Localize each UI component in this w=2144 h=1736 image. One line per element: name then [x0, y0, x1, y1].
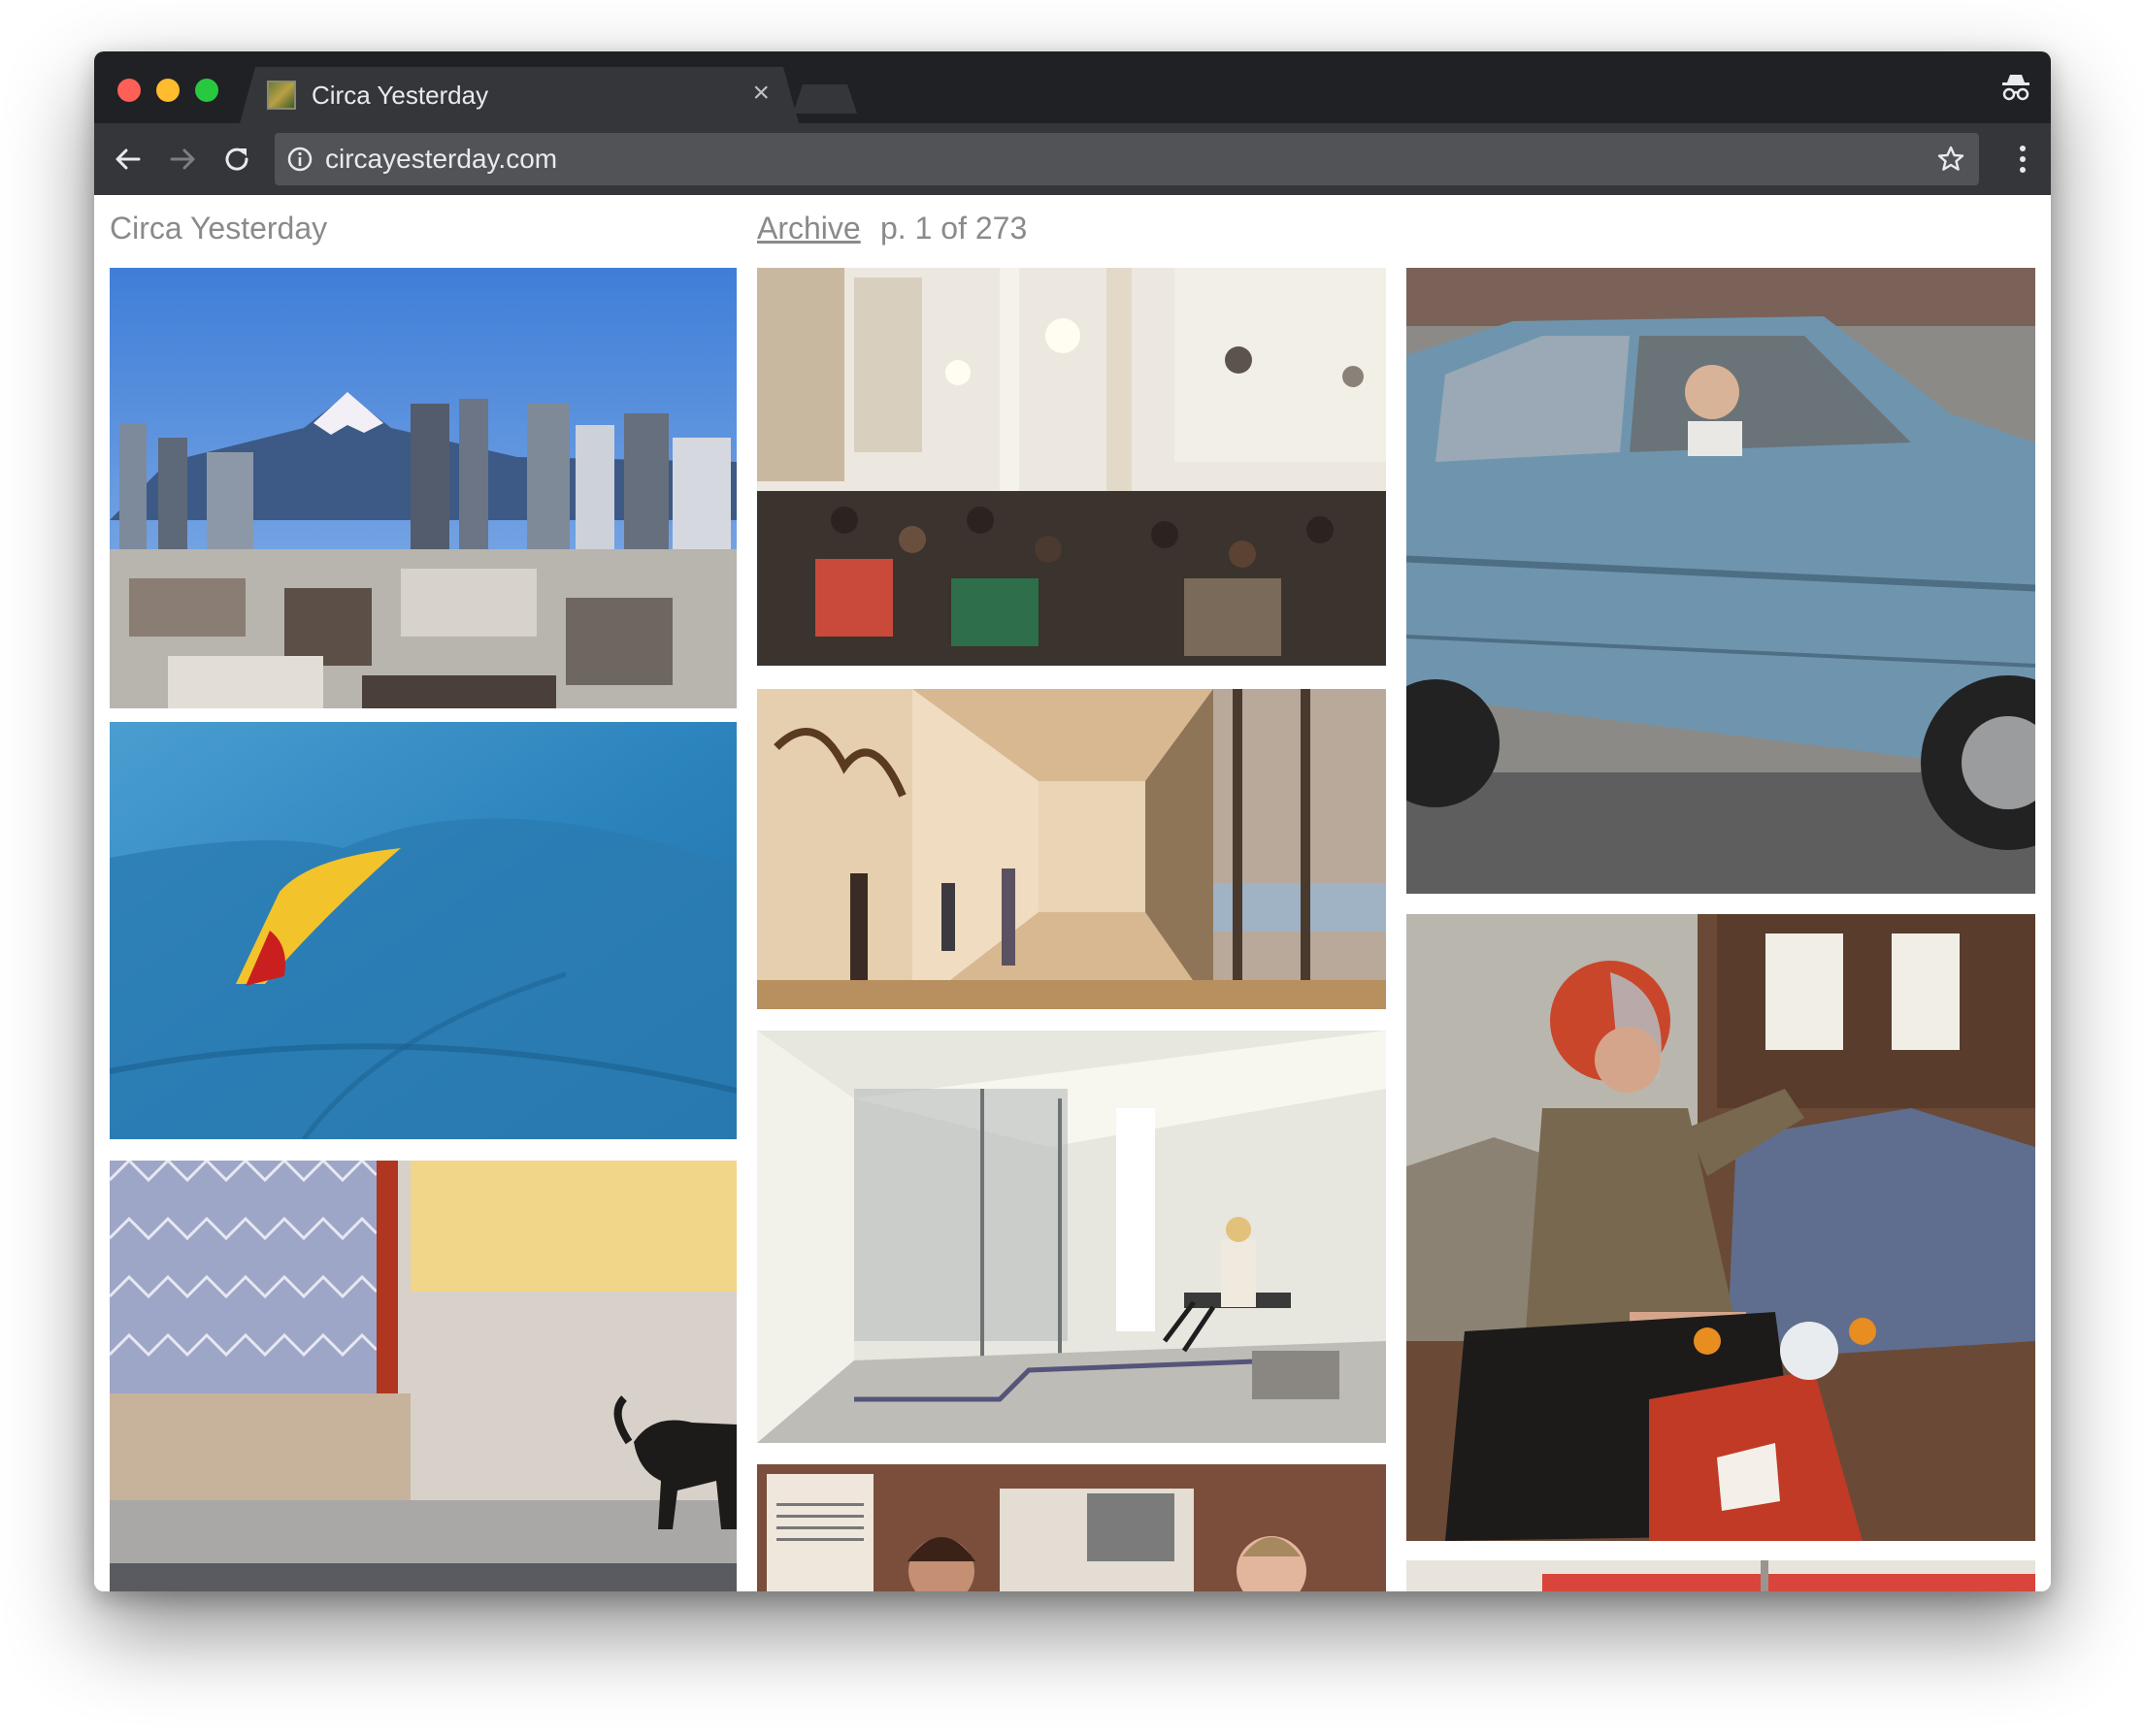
- photo-newspaper-children[interactable]: [757, 1464, 1386, 1591]
- star-icon[interactable]: [1936, 145, 1965, 174]
- maximize-window-button[interactable]: [195, 79, 218, 102]
- tab-circa-yesterday[interactable]: Circa Yesterday ×: [240, 67, 799, 123]
- photo-tiled-wall-dog[interactable]: [110, 1161, 737, 1591]
- tab-close-icon[interactable]: ×: [752, 79, 770, 108]
- info-icon[interactable]: [286, 146, 313, 173]
- minimize-window-button[interactable]: [156, 79, 180, 102]
- photo-glass-office[interactable]: [757, 1031, 1386, 1443]
- photo-red-car[interactable]: [1406, 1560, 2035, 1591]
- browser-window: Circa Yesterday × circayesterday.com Cir…: [94, 51, 2051, 1591]
- address-bar[interactable]: circayesterday.com: [275, 133, 1979, 185]
- reload-icon[interactable]: [220, 143, 253, 176]
- new-tab-button[interactable]: [793, 84, 857, 114]
- site-favicon-icon: [267, 81, 296, 110]
- page-count: p. 1 of 273: [880, 211, 1028, 246]
- page-content: Circa Yesterday Archive p. 1 of 273: [94, 195, 2051, 1591]
- photo-gallery-corridor[interactable]: [757, 689, 1386, 1009]
- photo-tokyo-skyline[interactable]: [110, 268, 737, 708]
- photo-blue-tarp[interactable]: [110, 722, 737, 1139]
- photo-man-on-moped[interactable]: [1406, 914, 2035, 1541]
- archive-link[interactable]: Archive: [757, 209, 861, 247]
- photo-school-hall[interactable]: [757, 268, 1386, 666]
- site-title[interactable]: Circa Yesterday: [110, 209, 327, 247]
- browser-toolbar: circayesterday.com: [94, 123, 2051, 195]
- incognito-icon: [2002, 75, 2029, 101]
- menu-icon[interactable]: [2018, 143, 2028, 176]
- photo-blue-car[interactable]: [1406, 268, 2035, 894]
- forward-arrow-icon[interactable]: [166, 143, 199, 176]
- close-window-button[interactable]: [117, 79, 141, 102]
- tab-title: Circa Yesterday: [312, 81, 489, 110]
- back-arrow-icon[interactable]: [112, 143, 145, 176]
- url-text[interactable]: circayesterday.com: [325, 143, 557, 176]
- tab-strip: Circa Yesterday ×: [94, 51, 2051, 123]
